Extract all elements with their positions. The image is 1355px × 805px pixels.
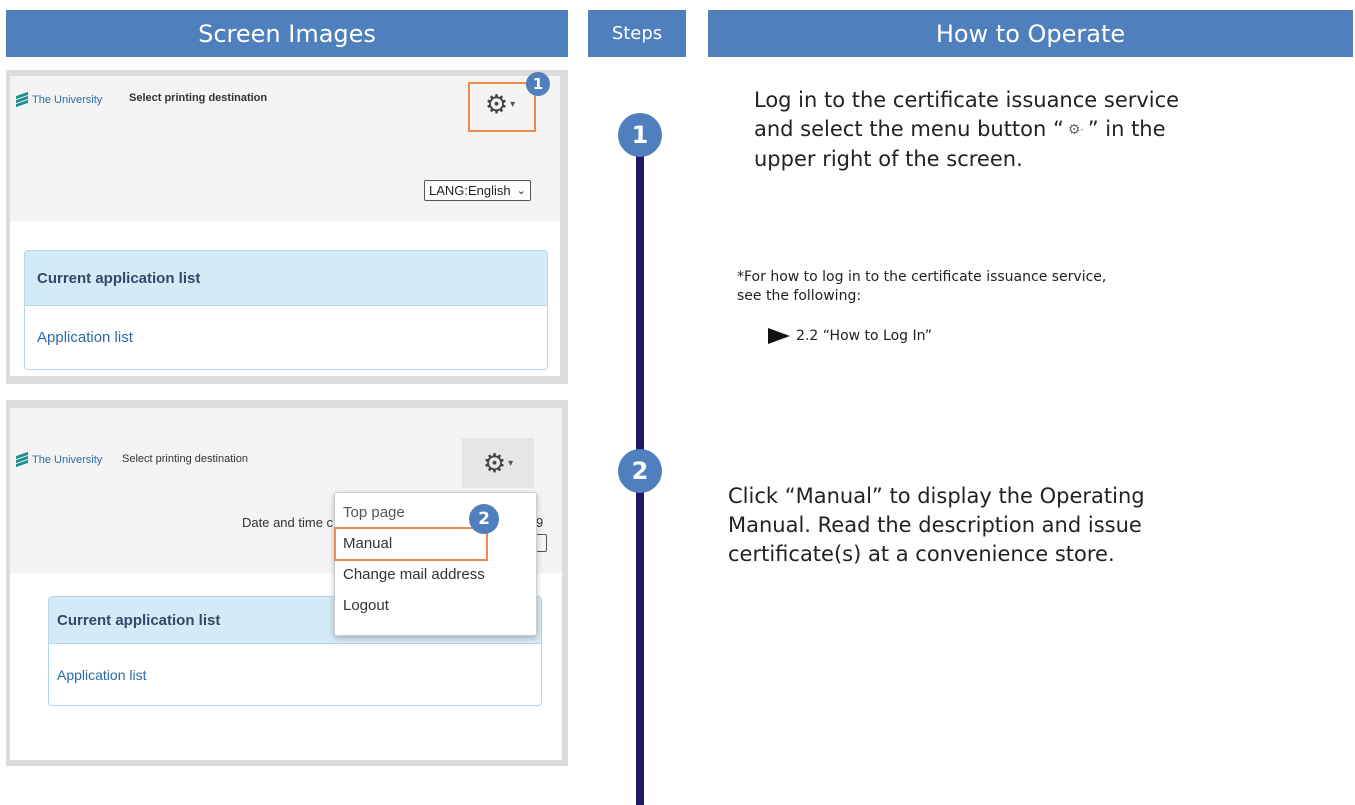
university-logo: The University	[16, 451, 103, 468]
step-badge-2: 2	[469, 504, 499, 534]
page-title: Select printing destination	[122, 453, 248, 465]
header-screen-images: Screen Images	[6, 10, 568, 57]
screenshot-2: The University Select printing destinati…	[6, 400, 568, 766]
current-application-panel: Current application list Application lis…	[24, 250, 548, 370]
step1-line2: and select the menu button “⚙ -” in the	[754, 115, 1334, 145]
page-title: Select printing destination	[129, 92, 268, 104]
screen-1: The University Select printing destinati…	[10, 72, 560, 376]
step2-line3: certificate(s) at a convenience store.	[728, 542, 1115, 566]
screenshot-1: The University Select printing destinati…	[6, 70, 568, 384]
step-number-1: 1	[618, 113, 662, 157]
application-list-link[interactable]: Application list	[25, 306, 547, 368]
arrow-right-icon	[768, 328, 790, 344]
step1-line2-start: and select the menu button “	[754, 117, 1064, 141]
date-time-value: 9	[536, 515, 544, 530]
panel-title: Current application list	[25, 251, 547, 306]
gear-icon: ⚙	[482, 447, 507, 478]
chevron-down-icon: ▾	[508, 457, 514, 469]
application-list-link[interactable]: Application list	[49, 644, 541, 705]
login-reference-text: 2.2 “How to Log In”	[796, 328, 932, 344]
chevron-down-icon: ⌄	[516, 185, 526, 197]
login-note: *For how to log in to the certificate is…	[737, 268, 1355, 306]
header-steps: Steps	[588, 10, 686, 57]
step-number-2: 2	[618, 449, 662, 493]
step2-line1: Click “Manual” to display the Operating	[728, 484, 1145, 508]
date-time-label: Date and time c	[242, 515, 334, 530]
language-select-value: LANG:English	[429, 183, 511, 198]
note-line1: *For how to log in to the certificate is…	[737, 269, 1107, 285]
step1-line2-end: ” in the	[1087, 117, 1166, 141]
menu-item-logout[interactable]: Logout	[335, 590, 536, 621]
step2-line2: Manual. Read the description and issue	[728, 513, 1142, 537]
step1-line3: upper right of the screen.	[754, 146, 1023, 171]
highlight-box	[334, 527, 488, 561]
step1-line1: Log in to the certificate issuance servi…	[754, 88, 1180, 112]
login-reference: 2.2 “How to Log In”	[768, 328, 932, 344]
step2-instructions: Click “Manual” to display the Operating …	[728, 482, 1328, 569]
language-select[interactable]: LANG:English ⌄	[424, 180, 531, 201]
highlight-box	[468, 82, 536, 132]
menu-item-top-page[interactable]: Top page	[335, 497, 536, 528]
step1-instructions: Log in to the certificate issuance servi…	[754, 86, 1334, 174]
dropdown-menu: Top page Manual Change mail address Logo…	[334, 492, 537, 636]
step-badge-1: 1	[526, 72, 550, 96]
menu-button[interactable]: ⚙ ▾	[462, 438, 534, 488]
screen-2: The University Select printing destinati…	[10, 408, 562, 760]
logo-mark-icon	[16, 451, 28, 468]
logo-mark-icon	[16, 91, 28, 108]
note-line2: see the following:	[737, 288, 862, 304]
logo-text: The University	[32, 454, 103, 466]
gear-icon: ⚙ -	[1067, 121, 1084, 138]
select-edge	[536, 534, 547, 552]
university-logo: The University	[16, 91, 103, 108]
logo-text: The University	[32, 94, 103, 106]
menu-item-change-mail[interactable]: Change mail address	[335, 559, 536, 590]
header-how-to-operate: How to Operate	[708, 10, 1353, 57]
